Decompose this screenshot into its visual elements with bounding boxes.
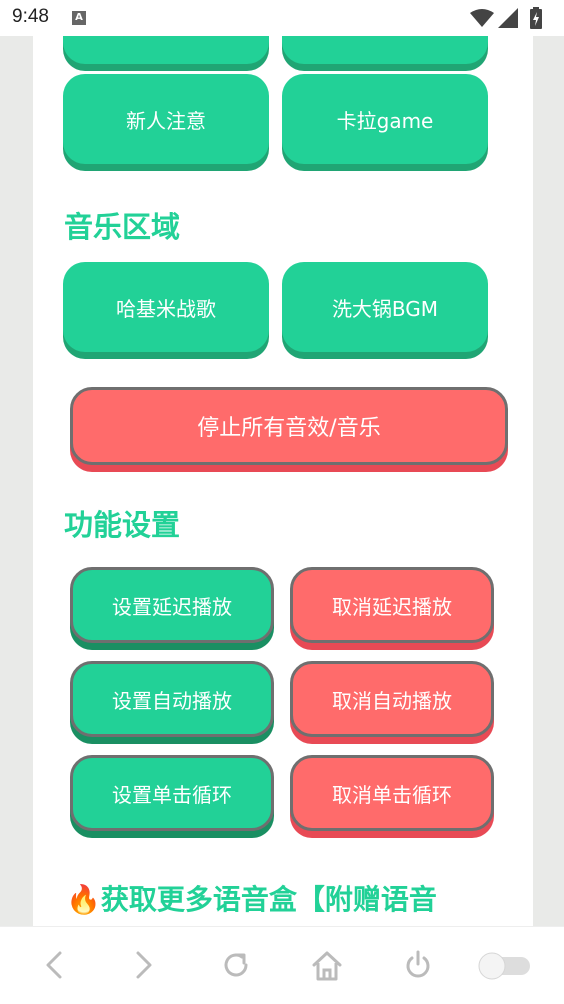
cancel-auto-play-button[interactable]: 取消自动播放 — [290, 661, 494, 737]
function-section-title: 功能设置 — [64, 508, 181, 542]
partial-button-left[interactable] — [63, 36, 269, 64]
status-bar: 9:48 A — [0, 0, 564, 36]
refresh-icon[interactable] — [220, 949, 252, 981]
forward-icon[interactable] — [132, 949, 156, 981]
set-auto-play-button[interactable]: 设置自动播放 — [70, 661, 274, 737]
wifi-icon — [470, 9, 494, 27]
kala-game-button[interactable]: 卡拉game — [282, 74, 488, 164]
partial-button-right[interactable] — [282, 36, 488, 64]
battery-charging-icon — [530, 7, 542, 29]
power-icon[interactable] — [402, 949, 434, 981]
set-delay-play-button[interactable]: 设置延迟播放 — [70, 567, 274, 643]
browser-nav-bar — [0, 926, 564, 1004]
music-section-title: 音乐区域 — [64, 210, 181, 244]
stop-all-audio-button[interactable]: 停止所有音效/音乐 — [70, 387, 508, 465]
webview[interactable]: 新人注意 卡拉game 音乐区域 哈基米战歌 洗大锅BGM 停止所有音效/音乐 … — [0, 36, 564, 926]
more-voice-box-title: 🔥获取更多语音盒【附赠语音 — [66, 883, 437, 916]
set-click-loop-button[interactable]: 设置单击循环 — [70, 755, 274, 831]
notification-icon: A — [72, 11, 86, 25]
wash-pot-bgm-button[interactable]: 洗大锅BGM — [282, 262, 488, 352]
back-icon[interactable] — [42, 949, 66, 981]
home-icon[interactable] — [310, 949, 344, 983]
cancel-click-loop-button[interactable]: 取消单击循环 — [290, 755, 494, 831]
status-time: 9:48 — [12, 6, 49, 27]
cancel-delay-play-button[interactable]: 取消延迟播放 — [290, 567, 494, 643]
newcomer-notice-button[interactable]: 新人注意 — [63, 74, 269, 164]
toggle-icon[interactable] — [476, 951, 532, 981]
hakimi-war-song-button[interactable]: 哈基米战歌 — [63, 262, 269, 352]
signal-icon — [498, 8, 518, 28]
